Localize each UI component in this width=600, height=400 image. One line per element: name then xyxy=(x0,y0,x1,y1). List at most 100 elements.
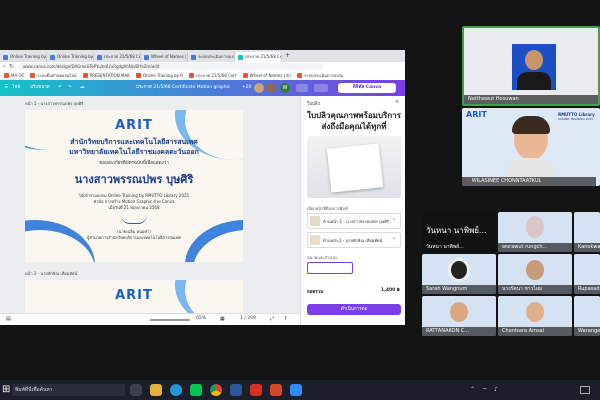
chevron-down-icon: ⌄ xyxy=(392,235,397,241)
cert-office-line2: มหาวิทยาลัยเทคโนโลยีราชมงคลตะวันออก xyxy=(69,148,199,156)
reload-icon[interactable]: ↻ xyxy=(9,62,14,71)
zoom-level[interactable]: 65% xyxy=(196,316,206,321)
fullscreen-icon[interactable]: ⤢ xyxy=(270,316,274,322)
bookmark-6[interactable]: ระบบประเมินการอบรม xyxy=(297,71,344,80)
participant-tile[interactable]: Rupasad xyxy=(574,254,600,294)
volume-icon[interactable]: ♪ xyxy=(494,386,498,393)
redo-icon[interactable]: ↷ xyxy=(68,80,72,96)
participant-tile[interactable]: วันหนา นาพิพย์... วันหนา นาพิพย์... xyxy=(422,212,496,252)
user-avatar[interactable]: W xyxy=(280,83,290,93)
back-icon[interactable]: ‹ xyxy=(3,62,5,71)
cert-award-line: ขอมอบเกียรติบัตรฉบับนี้เพื่อแสดงว่า xyxy=(99,161,169,166)
bookmark-5[interactable]: Wheel of Names | ตัว xyxy=(242,71,291,80)
bookmark-2[interactable]: PRESENTATION MAK xyxy=(82,71,130,80)
total-label: ยอดรวม xyxy=(307,290,324,295)
help-icon[interactable]: ? xyxy=(284,316,287,322)
print-panel: ใบปลิว × ใบปลิวคุณภาพพร้อมบริการส่งถึงมื… xyxy=(300,96,405,325)
bookmark-icon xyxy=(135,73,141,78)
new-tab-icon[interactable]: + xyxy=(282,50,290,62)
bookmark-4[interactable]: ประกาศ 21/5/68 Cert xyxy=(189,71,237,80)
participant-name: Chanisara Amsai xyxy=(498,327,572,336)
edge-icon[interactable] xyxy=(170,384,182,396)
avatar[interactable] xyxy=(266,83,276,93)
shared-video-tile[interactable]: ARIT RMUTTO Library ONLINE TRAINING 2025… xyxy=(462,108,600,186)
document-title[interactable]: ประกาศ 21/5/68 Certificate Motion graphi… xyxy=(136,80,230,96)
tray-chevron-icon[interactable]: ⌃ xyxy=(470,386,475,393)
bookmark-0[interactable]: MA OC xyxy=(4,71,24,80)
avatar-face xyxy=(526,260,544,280)
bookmark-1[interactable]: ระบบยื่นคำขอออนไลน์ xyxy=(30,71,77,80)
participant-tile[interactable]: Warange xyxy=(574,296,600,336)
signature-mark xyxy=(121,215,147,224)
chrome-icon[interactable] xyxy=(210,384,222,396)
page-thumbnail xyxy=(310,216,320,226)
url-field[interactable]: www.canva.com/design/DAGmeUTePYu/bdLfuRg… xyxy=(18,63,323,70)
taskbar-search-input[interactable]: พิมพ์ที่นี่เพื่อค้นหา xyxy=(12,384,125,396)
resize-menu[interactable]: ปรับขนาด xyxy=(30,80,50,96)
page-option-back[interactable]: ด้านหลัง 2 - นายทักษิณ เทียมทัศน์ ⌄ xyxy=(307,232,401,248)
participant-tile[interactable]: Sarah Wangnum xyxy=(422,254,496,294)
certificate-page-1[interactable]: ARIT สำนักวิทยบริการและเทคโนโลยีสารสนเทศ… xyxy=(25,110,243,262)
avatar[interactable] xyxy=(254,83,264,93)
participant-tile[interactable]: นางรัตนา ชาวไผ่ม xyxy=(498,254,572,294)
zoom-icon[interactable] xyxy=(290,384,302,396)
section-label: เลือกหน้าที่ต้องการพิมพ์ xyxy=(307,206,348,211)
file-explorer-icon[interactable] xyxy=(150,384,162,396)
tab-3[interactable]: Wheel of Names | ตัวเลือ xyxy=(141,52,188,62)
windows-start-icon[interactable]: ⊞ xyxy=(2,384,10,396)
tab-5-active[interactable]: ประกาศ 21/5/68 Certif xyxy=(235,52,282,62)
share-button[interactable]: ดิจิทัล Canva xyxy=(338,83,396,93)
bunny-avatar xyxy=(526,216,544,238)
bookmark-icon xyxy=(189,73,195,78)
file-menu[interactable]: ไฟล์ xyxy=(12,80,20,96)
line-icon[interactable] xyxy=(190,384,202,396)
page-option-front[interactable]: ด้านหน้า 1 - นางสาวพรรณปพร บุษศิริ ⌄ xyxy=(307,213,401,229)
close-icon[interactable]: × xyxy=(395,99,399,105)
participant-tile[interactable]: Kanokwan xyxy=(574,212,600,252)
menu-icon[interactable]: ☰ xyxy=(4,80,8,96)
participant-tile[interactable]: worawut rungch... xyxy=(498,212,572,252)
analytics-icon[interactable] xyxy=(296,84,308,92)
collaborator-count: +20 xyxy=(242,85,252,90)
participant-name: Warange xyxy=(574,327,600,336)
favicon-icon xyxy=(50,54,55,60)
grid-view-icon[interactable]: ▦ xyxy=(220,316,225,322)
cert-date-line: เมื่อวันที่ 21 พฤษภาคม 2568 xyxy=(108,205,160,210)
speaker-video-tile[interactable]: Natthawut Hosuwan xyxy=(462,26,600,106)
undo-icon[interactable]: ↶ xyxy=(58,80,62,96)
task-view-icon[interactable] xyxy=(130,384,142,396)
notification-icon[interactable] xyxy=(580,386,590,394)
speaker-video xyxy=(512,44,556,90)
participant-name: worawut rungch... xyxy=(498,243,572,252)
panda-avatar xyxy=(448,258,470,282)
bookmark-icon xyxy=(82,73,88,78)
avatar-face xyxy=(526,302,544,322)
favicon-icon xyxy=(3,54,8,60)
quantity-selector[interactable] xyxy=(307,262,353,274)
participant-tile[interactable]: Chanisara Amsai xyxy=(498,296,572,336)
powerpoint-icon[interactable] xyxy=(270,384,282,396)
windows-taskbar: ⊞ พิมพ์ที่นี่เพื่อค้นหา ⌃ ⌔ ♪ xyxy=(0,380,600,400)
page-counter[interactable]: 1 / 209 xyxy=(240,316,256,321)
avatar-face xyxy=(450,302,468,322)
cert-recipient-name: นางสาวพรรณปพร บุษศิริ xyxy=(74,173,194,186)
continue-button[interactable]: ดำเนินการต่อ xyxy=(307,304,401,315)
notes-icon[interactable]: ▤ xyxy=(6,316,11,322)
tab-1[interactable]: Online Training by RMUTTO xyxy=(47,52,94,62)
tab-2[interactable]: ประกาศ 21/5/68 Certifi xyxy=(94,52,141,62)
acrobat-icon[interactable] xyxy=(250,384,262,396)
tab-0[interactable]: Online Training by RMUTTO xyxy=(0,52,47,62)
page-label-2: หน้า 2 - นายทักษิณ เทียมทัศน์ xyxy=(25,271,78,276)
favicon-icon xyxy=(191,54,196,60)
present-icon[interactable] xyxy=(314,84,328,92)
total-value: 1,400 ฿ xyxy=(381,288,400,293)
tab-4[interactable]: ระบบประเมินการอบรม ระบบ xyxy=(188,52,235,62)
word-icon[interactable] xyxy=(230,384,242,396)
network-icon[interactable]: ⌔ xyxy=(482,386,488,394)
bookmark-3[interactable]: Online Training by R xyxy=(135,71,183,80)
option-label: ด้านหลัง 2 - นายทักษิณ เทียมทัศน์ xyxy=(323,238,383,243)
participant-tile[interactable]: RATTANAKON C... xyxy=(422,296,496,336)
tab-strip: Online Training by RMUTTO Online Trainin… xyxy=(0,50,405,62)
zoom-slider[interactable] xyxy=(150,319,190,321)
cloud-save-icon[interactable]: ☁ xyxy=(80,80,85,96)
